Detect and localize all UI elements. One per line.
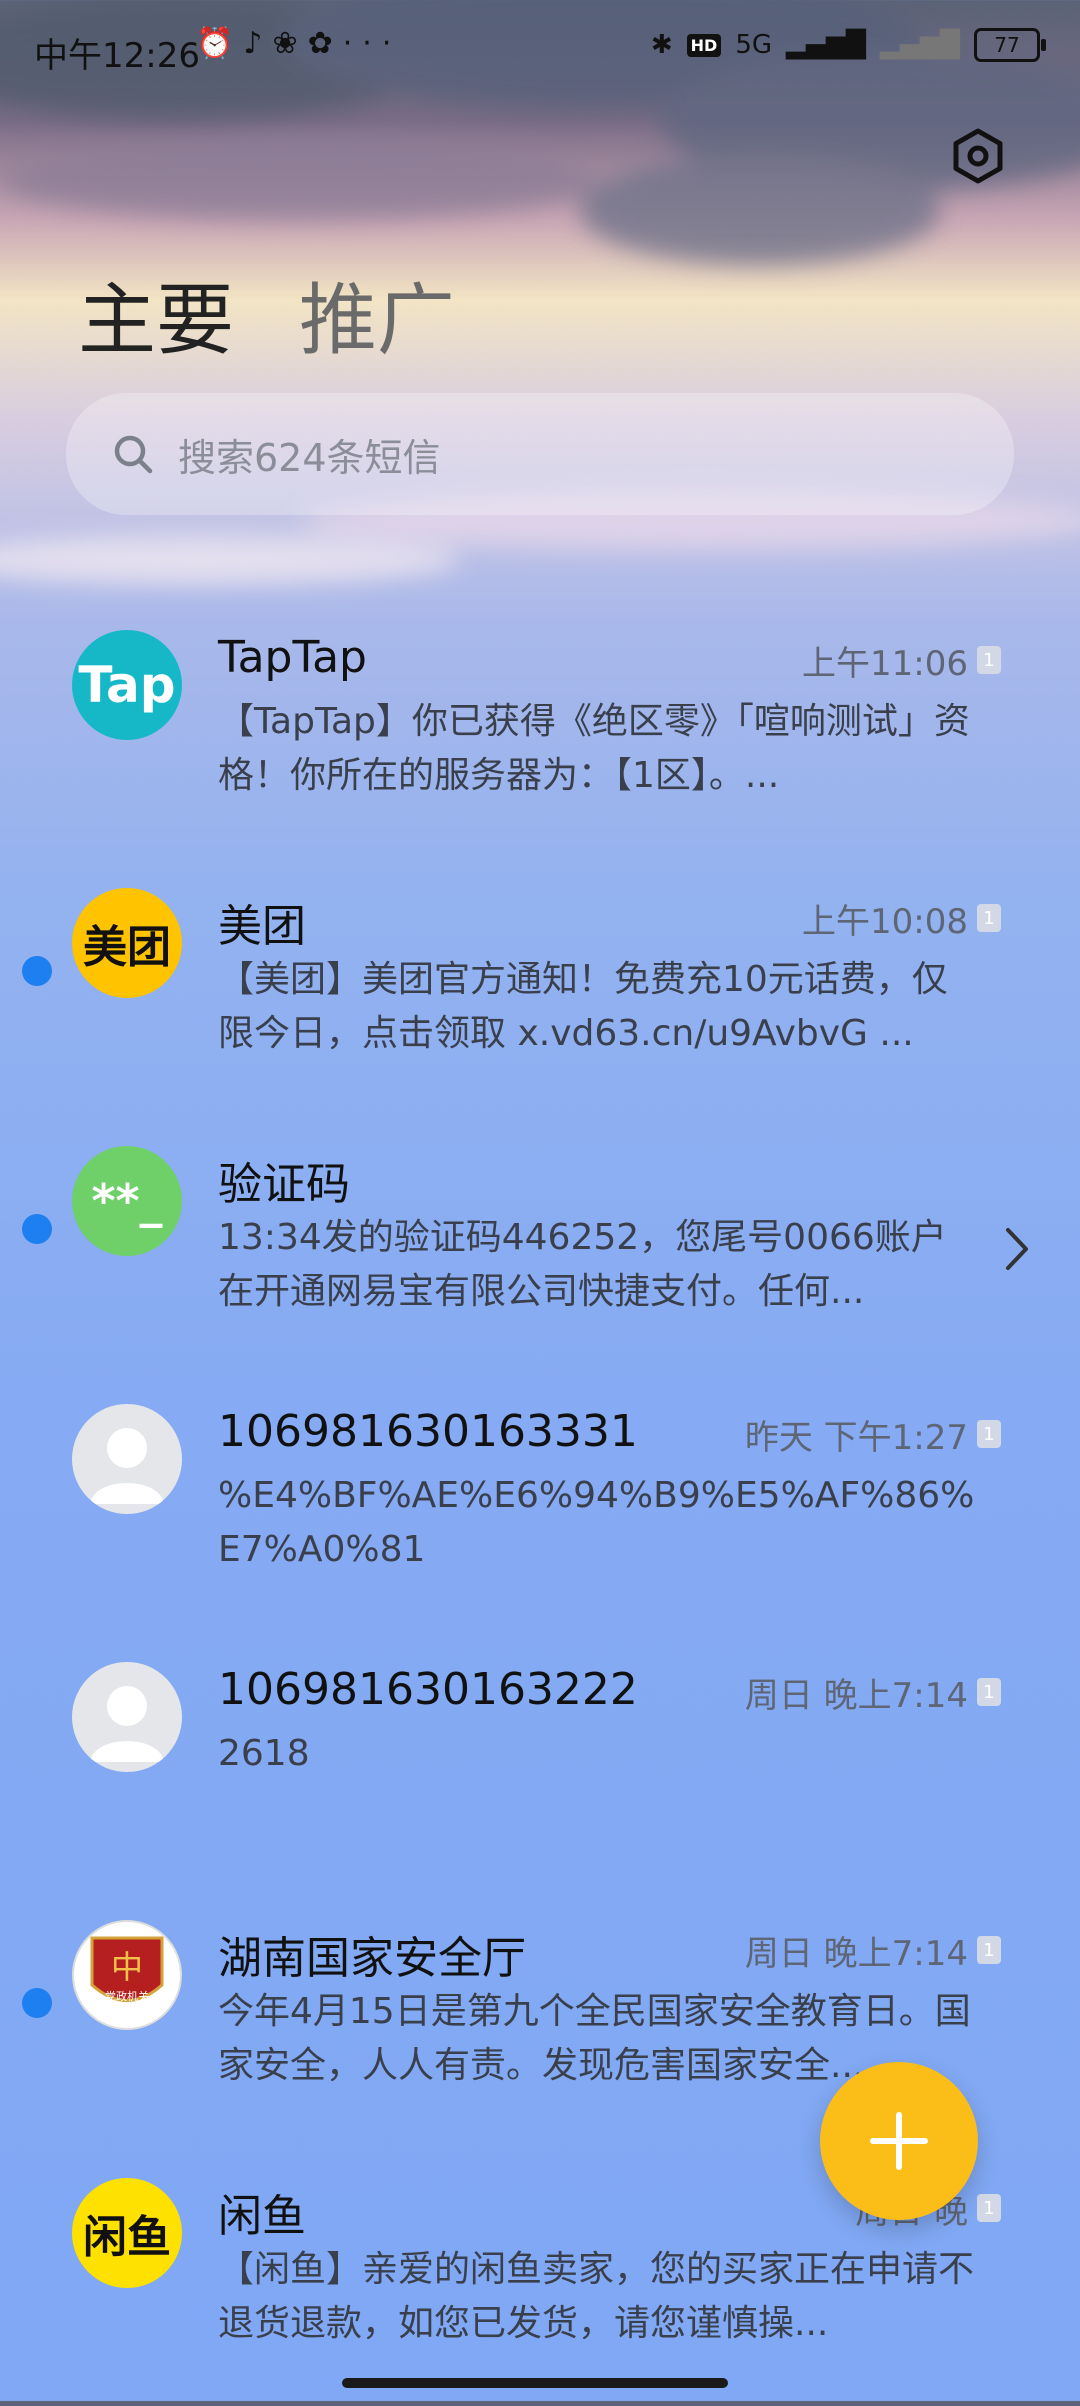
sender-name: TapTap (218, 632, 367, 683)
sender-name: 验证码 (218, 1159, 350, 1210)
avatar-text: Tap (78, 656, 176, 714)
unread-dot (22, 1988, 52, 2018)
hd-icon: HD (686, 33, 722, 57)
person-icon (90, 1686, 164, 1762)
sim-badge: 1 (977, 1420, 1001, 1448)
home-indicator[interactable] (342, 2378, 728, 2388)
sender-name: 闲鱼 (218, 2191, 306, 2242)
avatar (72, 1404, 182, 1514)
avatar: Tap (72, 630, 182, 740)
status-bar: 中午12:26 ⏰♪❀✿··· ✱ HD 5G ▂▄▆█ ▂▄▆█ 77 (0, 0, 1080, 100)
new-message-button[interactable] (820, 2062, 978, 2220)
search-placeholder: 搜索624条短信 (178, 435, 441, 480)
avatar: 闲鱼 (72, 2178, 182, 2288)
message-preview: 【TapTap】你已获得《绝区零》「喧响测试」资格！你所在的服务器为：【1区】。… (218, 701, 970, 796)
signal-icon: ▂▄▆█ (786, 30, 867, 60)
sim-badge: 1 (977, 2194, 1001, 2222)
search-icon (114, 435, 153, 474)
message-time: 周日 晚上7:14 (744, 1676, 968, 1716)
sender-name: 美团 (218, 901, 306, 952)
avatar-text: 美团 (83, 922, 171, 973)
avatar: **_ (72, 1146, 182, 1256)
message-preview: 13:34发的验证码446252，您尾号0066账户在开通网易宝有限公司快捷支付… (218, 1217, 947, 1312)
person-icon (90, 1428, 164, 1504)
message-preview: 【美团】美团官方通知！免费充10元话费，仅限今日，点击领取 x.vd63.cn/… (218, 959, 948, 1054)
government-emblem-icon: 中 党政机关 (90, 1936, 164, 2003)
conversation-item-meituan[interactable]: 美团 美团 上午10:08 1 【美团】美团官方通知！免费充10元话费，仅限今日… (0, 858, 1080, 1116)
svg-text:中: 中 (111, 1948, 143, 1986)
message-time: 上午10:08 (802, 902, 968, 942)
unread-dot (22, 956, 52, 986)
avatar: 美团 (72, 888, 182, 998)
settings-icon[interactable] (950, 128, 1006, 184)
conversation-item-number-2[interactable]: 106981630163222 周日 晚上7:14 1 2618 (0, 1632, 1080, 1890)
tab-bar: 主要 推广 (78, 258, 495, 370)
tab-promotions[interactable]: 推广 (299, 276, 455, 366)
chevron-right-icon[interactable] (1002, 1224, 1032, 1274)
svg-text:党政机关: 党政机关 (105, 1989, 149, 2003)
sim-badge: 1 (977, 904, 1001, 932)
sim-badge: 1 (977, 646, 1001, 674)
battery-level: 77 (994, 33, 1020, 57)
avatar-text: 闲鱼 (83, 2212, 171, 2263)
plus-icon (870, 2112, 928, 2170)
status-time: 中午12:26 (34, 36, 200, 76)
bluetooth-icon: ✱ (650, 30, 673, 60)
avatar (72, 1662, 182, 1772)
battery-icon: 77 (974, 28, 1046, 62)
conversation-item-number-1[interactable]: 106981630163331 昨天 下午1:27 1 %E4%BF%AE%E6… (0, 1374, 1080, 1632)
message-preview: 【闲鱼】亲爱的闲鱼卖家，您的买家正在申请不退货退款，如您已发货，请您谨慎操... (218, 2249, 975, 2344)
signal-icon-2: ▂▄▆█ (880, 30, 960, 60)
message-time: 周日 晚上7:14 (744, 1934, 968, 1974)
unread-dot (22, 1214, 52, 1244)
conversation-item-taptap[interactable]: Tap TapTap 上午11:06 1 【TapTap】你已获得《绝区零》「喧… (0, 600, 1080, 858)
search-input[interactable]: 搜索624条短信 (66, 393, 1014, 515)
sender-name: 湖南国家安全厅 (218, 1933, 526, 1984)
network-label: 5G (735, 30, 773, 60)
message-time: 上午11:06 (802, 644, 968, 684)
message-time: 昨天 下午1:27 (744, 1418, 968, 1458)
message-preview: %E4%BF%AE%E6%94%B9%E5%AF%86%E7%A0%81 (218, 1475, 975, 1570)
avatar-text: **_ (91, 1174, 163, 1228)
sender-name: 106981630163331 (218, 1406, 638, 1457)
message-preview: 2618 (218, 1733, 310, 1774)
notification-icons: ⏰♪❀✿··· (196, 26, 402, 61)
conversation-item-verification[interactable]: **_ 验证码 13:34发的验证码446252，您尾号0066账户在开通网易宝… (0, 1116, 1080, 1374)
sim-badge: 1 (977, 1678, 1001, 1706)
avatar: 中 党政机关 (72, 1920, 182, 2030)
tab-primary[interactable]: 主要 (78, 276, 234, 366)
sim-badge: 1 (977, 1936, 1001, 1964)
status-right: ✱ HD 5G ▂▄▆█ ▂▄▆█ 77 (650, 28, 1046, 62)
sender-name: 106981630163222 (218, 1664, 638, 1715)
